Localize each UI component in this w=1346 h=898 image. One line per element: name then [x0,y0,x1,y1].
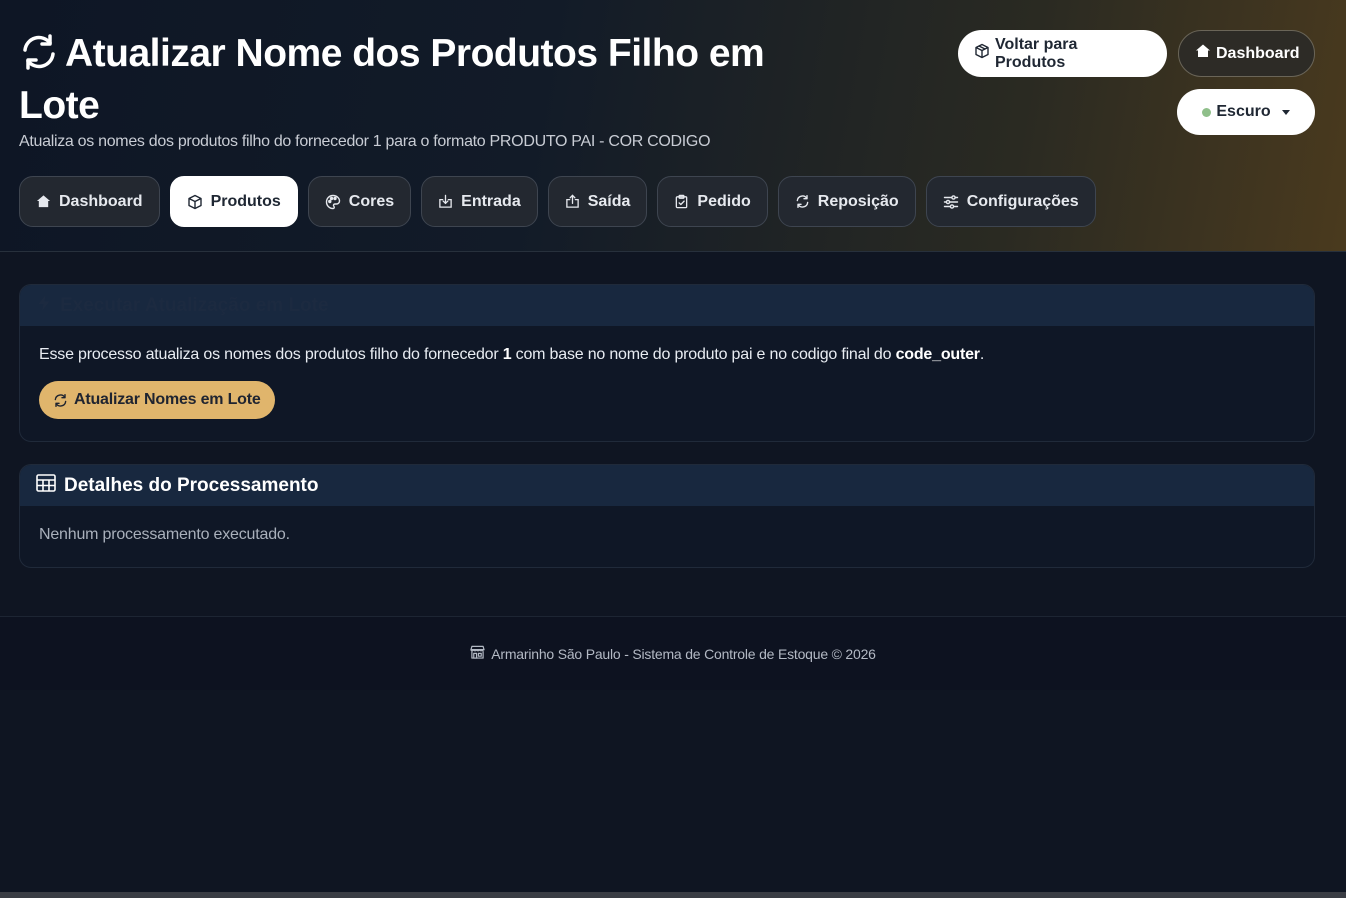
sliders-icon [943,194,958,209]
header-dashboard-button[interactable]: Dashboard [1178,30,1315,77]
refresh-icon [19,34,59,82]
palette-icon [325,194,340,209]
processing-details-card-header: Detalhes do Processamento [20,465,1314,506]
nav-label-cores: Cores [348,192,395,210]
clipboard-check-icon [676,194,688,209]
footer-text: Armarinho São Paulo - Sistema de Control… [491,645,876,662]
main-nav: Dashboard Produtos Cores Entrada Saída P… [19,176,1096,227]
page-header: Atualizar Nome dos Produtos Filho em Lot… [0,0,1346,252]
back-to-products-button[interactable]: Voltar para Produtos [958,30,1167,77]
title-wrap: Atualizar Nome dos Produtos Filho em Lot… [19,30,779,130]
processing-details-title: Detalhes do Processamento [64,474,319,496]
theme-dropdown-label: Escuro [1216,103,1271,120]
page: Atualizar Nome dos Produtos Filho em Lot… [0,0,1346,898]
shop-icon [470,645,485,662]
description-part-2: com base no nome do produto pai e no cod… [511,346,896,363]
field-name: code_outer [895,346,980,363]
nav-item-cores[interactable]: Cores [307,176,412,227]
box-icon [974,43,990,64]
box-icon [187,194,202,209]
nav-item-dashboard[interactable]: Dashboard [19,176,160,227]
description-part-3: . [979,346,985,363]
home-icon [1195,43,1211,64]
window-bottom-bar [0,892,1346,898]
processing-details-card: Detalhes do Processamento Nenhum process… [19,464,1315,568]
nav-label-produtos: Produtos [210,192,281,210]
nav-item-produtos[interactable]: Produtos [169,176,298,227]
lightning-icon [36,294,52,318]
execute-update-card: Executar Atualização em Lote Esse proces… [19,284,1315,442]
nav-item-saida[interactable]: Saída [547,176,648,227]
execute-update-card-title: Executar Atualização em Lote [60,294,329,316]
nav-item-pedido[interactable]: Pedido [657,176,768,227]
arrow-repeat-icon [796,194,809,209]
nav-label-entrada: Entrada [461,192,521,210]
processing-empty-state: Nenhum processamento executado. [39,526,290,543]
update-names-batch-button[interactable]: Atualizar Nomes em Lote [39,381,275,419]
theme-dropdown[interactable]: Escuro [1177,89,1315,135]
page-title: Atualizar Nome dos Produtos Filho em Lot… [19,30,779,130]
execute-description: Esse processo atualiza os nomes dos prod… [39,346,1295,364]
nav-item-configuracoes[interactable]: Configurações [925,176,1096,227]
box-arrow-in-down-icon [439,194,452,208]
header-dashboard-label: Dashboard [1216,44,1300,62]
update-names-batch-label: Atualizar Nomes em Lote [74,391,261,408]
processing-details-body: Nenhum processamento executado. [20,506,1314,564]
arrow-repeat-icon [54,393,67,407]
chevron-down-icon [1281,109,1290,115]
theme-status-dot-icon [1202,107,1212,117]
home-icon [36,195,51,208]
nav-label-saida: Saída [587,192,631,210]
table-icon [36,473,56,498]
page-footer: Armarinho São Paulo - Sistema de Control… [0,616,1346,690]
nav-item-entrada[interactable]: Entrada [421,176,538,227]
page-subtitle: Atualiza os nomes dos produtos filho do … [19,133,711,150]
nav-label-configuracoes: Configurações [966,192,1079,210]
nav-label-pedido: Pedido [697,192,751,210]
nav-label-dashboard: Dashboard [59,192,143,210]
nav-label-reposicao: Reposição [817,192,899,210]
execute-update-card-header: Executar Atualização em Lote [20,285,1314,326]
execute-update-card-body: Esse processo atualiza os nomes dos prod… [20,326,1314,439]
nav-item-reposicao[interactable]: Reposição [777,176,916,227]
page-title-text: Atualizar Nome dos Produtos Filho em Lot… [19,32,765,127]
description-part-1: Esse processo atualiza os nomes dos prod… [39,346,503,363]
back-to-products-label: Voltar para Produtos [995,35,1078,71]
box-arrow-up-icon [565,194,579,208]
